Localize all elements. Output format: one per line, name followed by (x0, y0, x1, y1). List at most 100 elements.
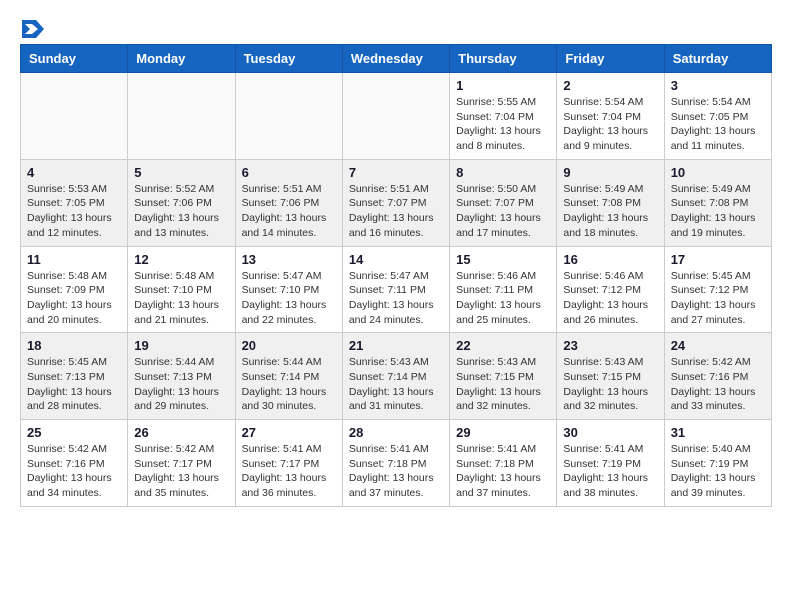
calendar-week-row: 18 Sunrise: 5:45 AMSunset: 7:13 PMDayligh… (21, 333, 772, 420)
day-content: Sunrise: 5:41 AMSunset: 7:18 PMDaylight:… (456, 442, 550, 501)
weekday-header-tuesday: Tuesday (235, 45, 342, 73)
day-number: 13 (242, 252, 336, 267)
day-number: 31 (671, 425, 765, 440)
day-content: Sunrise: 5:53 AMSunset: 7:05 PMDaylight:… (27, 182, 121, 241)
calendar-day-cell: 22 Sunrise: 5:43 AMSunset: 7:15 PMDayligh… (450, 333, 557, 420)
day-content: Sunrise: 5:44 AMSunset: 7:14 PMDaylight:… (242, 355, 336, 414)
empty-cell (342, 73, 449, 160)
day-number: 9 (563, 165, 657, 180)
day-content: Sunrise: 5:42 AMSunset: 7:16 PMDaylight:… (27, 442, 121, 501)
calendar-day-cell: 20 Sunrise: 5:44 AMSunset: 7:14 PMDayligh… (235, 333, 342, 420)
day-number: 4 (27, 165, 121, 180)
weekday-header-friday: Friday (557, 45, 664, 73)
calendar-week-row: 4 Sunrise: 5:53 AMSunset: 7:05 PMDaylight… (21, 159, 772, 246)
calendar-day-cell: 31 Sunrise: 5:40 AMSunset: 7:19 PMDayligh… (664, 420, 771, 507)
day-content: Sunrise: 5:41 AMSunset: 7:17 PMDaylight:… (242, 442, 336, 501)
empty-cell (128, 73, 235, 160)
day-content: Sunrise: 5:50 AMSunset: 7:07 PMDaylight:… (456, 182, 550, 241)
day-number: 20 (242, 338, 336, 353)
day-number: 30 (563, 425, 657, 440)
weekday-header-thursday: Thursday (450, 45, 557, 73)
calendar-day-cell: 9 Sunrise: 5:49 AMSunset: 7:08 PMDaylight… (557, 159, 664, 246)
calendar-table: SundayMondayTuesdayWednesdayThursdayFrid… (20, 44, 772, 507)
day-content: Sunrise: 5:41 AMSunset: 7:19 PMDaylight:… (563, 442, 657, 501)
empty-cell (21, 73, 128, 160)
calendar-day-cell: 30 Sunrise: 5:41 AMSunset: 7:19 PMDayligh… (557, 420, 664, 507)
calendar-week-row: 25 Sunrise: 5:42 AMSunset: 7:16 PMDayligh… (21, 420, 772, 507)
day-number: 17 (671, 252, 765, 267)
day-content: Sunrise: 5:46 AMSunset: 7:12 PMDaylight:… (563, 269, 657, 328)
day-number: 16 (563, 252, 657, 267)
calendar-day-cell: 10Sunrise: 5:49 AMSunset: 7:08 PMDayligh… (664, 159, 771, 246)
calendar-day-cell: 8 Sunrise: 5:50 AMSunset: 7:07 PMDaylight… (450, 159, 557, 246)
day-content: Sunrise: 5:41 AMSunset: 7:18 PMDaylight:… (349, 442, 443, 501)
calendar-day-cell: 28 Sunrise: 5:41 AMSunset: 7:18 PMDayligh… (342, 420, 449, 507)
day-content: Sunrise: 5:52 AMSunset: 7:06 PMDaylight:… (134, 182, 228, 241)
day-content: Sunrise: 5:45 AMSunset: 7:13 PMDaylight:… (27, 355, 121, 414)
calendar-day-cell: 7Sunrise: 5:51 AMSunset: 7:07 PMDaylight… (342, 159, 449, 246)
day-number: 24 (671, 338, 765, 353)
day-number: 26 (134, 425, 228, 440)
day-number: 15 (456, 252, 550, 267)
calendar-week-row: 11Sunrise: 5:48 AMSunset: 7:09 PMDayligh… (21, 246, 772, 333)
calendar-day-cell: 23Sunrise: 5:43 AMSunset: 7:15 PMDayligh… (557, 333, 664, 420)
calendar-day-cell: 19 Sunrise: 5:44 AMSunset: 7:13 PMDayligh… (128, 333, 235, 420)
calendar-day-cell: 17 Sunrise: 5:45 AMSunset: 7:12 PMDayligh… (664, 246, 771, 333)
calendar-day-cell: 21 Sunrise: 5:43 AMSunset: 7:14 PMDayligh… (342, 333, 449, 420)
day-number: 29 (456, 425, 550, 440)
weekday-header-monday: Monday (128, 45, 235, 73)
calendar-day-cell: 13 Sunrise: 5:47 AMSunset: 7:10 PMDayligh… (235, 246, 342, 333)
calendar-day-cell: 14Sunrise: 5:47 AMSunset: 7:11 PMDayligh… (342, 246, 449, 333)
day-number: 23 (563, 338, 657, 353)
calendar-week-row: 1 Sunrise: 5:55 AMSunset: 7:04 PMDaylight… (21, 73, 772, 160)
calendar-day-cell: 15 Sunrise: 5:46 AMSunset: 7:11 PMDayligh… (450, 246, 557, 333)
day-content: Sunrise: 5:40 AMSunset: 7:19 PMDaylight:… (671, 442, 765, 501)
calendar-day-cell: 2 Sunrise: 5:54 AMSunset: 7:04 PMDaylight… (557, 73, 664, 160)
day-number: 3 (671, 78, 765, 93)
calendar-day-cell: 11Sunrise: 5:48 AMSunset: 7:09 PMDayligh… (21, 246, 128, 333)
empty-cell (235, 73, 342, 160)
calendar-day-cell: 18 Sunrise: 5:45 AMSunset: 7:13 PMDayligh… (21, 333, 128, 420)
day-number: 12 (134, 252, 228, 267)
calendar-day-cell: 26 Sunrise: 5:42 AMSunset: 7:17 PMDayligh… (128, 420, 235, 507)
day-content: Sunrise: 5:43 AMSunset: 7:14 PMDaylight:… (349, 355, 443, 414)
day-number: 25 (27, 425, 121, 440)
day-content: Sunrise: 5:47 AMSunset: 7:10 PMDaylight:… (242, 269, 336, 328)
calendar-day-cell: 4 Sunrise: 5:53 AMSunset: 7:05 PMDaylight… (21, 159, 128, 246)
calendar-day-cell: 1 Sunrise: 5:55 AMSunset: 7:04 PMDaylight… (450, 73, 557, 160)
day-number: 21 (349, 338, 443, 353)
day-number: 11 (27, 252, 121, 267)
day-number: 1 (456, 78, 550, 93)
day-number: 28 (349, 425, 443, 440)
logo-bird-icon (22, 20, 44, 38)
day-content: Sunrise: 5:44 AMSunset: 7:13 PMDaylight:… (134, 355, 228, 414)
day-number: 8 (456, 165, 550, 180)
day-number: 22 (456, 338, 550, 353)
day-content: Sunrise: 5:54 AMSunset: 7:04 PMDaylight:… (563, 95, 657, 154)
day-content: Sunrise: 5:46 AMSunset: 7:11 PMDaylight:… (456, 269, 550, 328)
calendar-day-cell: 25 Sunrise: 5:42 AMSunset: 7:16 PMDayligh… (21, 420, 128, 507)
weekday-header-wednesday: Wednesday (342, 45, 449, 73)
calendar-day-cell: 12Sunrise: 5:48 AMSunset: 7:10 PMDayligh… (128, 246, 235, 333)
day-content: Sunrise: 5:42 AMSunset: 7:16 PMDaylight:… (671, 355, 765, 414)
page-header (20, 20, 772, 34)
day-number: 2 (563, 78, 657, 93)
day-content: Sunrise: 5:43 AMSunset: 7:15 PMDaylight:… (456, 355, 550, 414)
day-content: Sunrise: 5:51 AMSunset: 7:07 PMDaylight:… (349, 182, 443, 241)
day-content: Sunrise: 5:45 AMSunset: 7:12 PMDaylight:… (671, 269, 765, 328)
day-number: 18 (27, 338, 121, 353)
day-number: 14 (349, 252, 443, 267)
calendar-day-cell: 16 Sunrise: 5:46 AMSunset: 7:12 PMDayligh… (557, 246, 664, 333)
calendar-day-cell: 27 Sunrise: 5:41 AMSunset: 7:17 PMDayligh… (235, 420, 342, 507)
day-content: Sunrise: 5:42 AMSunset: 7:17 PMDaylight:… (134, 442, 228, 501)
weekday-header-saturday: Saturday (664, 45, 771, 73)
calendar-day-cell: 5 Sunrise: 5:52 AMSunset: 7:06 PMDaylight… (128, 159, 235, 246)
day-content: Sunrise: 5:49 AMSunset: 7:08 PMDaylight:… (563, 182, 657, 241)
day-number: 19 (134, 338, 228, 353)
calendar-day-cell: 29 Sunrise: 5:41 AMSunset: 7:18 PMDayligh… (450, 420, 557, 507)
day-number: 5 (134, 165, 228, 180)
day-number: 27 (242, 425, 336, 440)
logo (20, 20, 44, 34)
day-content: Sunrise: 5:55 AMSunset: 7:04 PMDaylight:… (456, 95, 550, 154)
calendar-day-cell: 3Sunrise: 5:54 AMSunset: 7:05 PMDaylight… (664, 73, 771, 160)
